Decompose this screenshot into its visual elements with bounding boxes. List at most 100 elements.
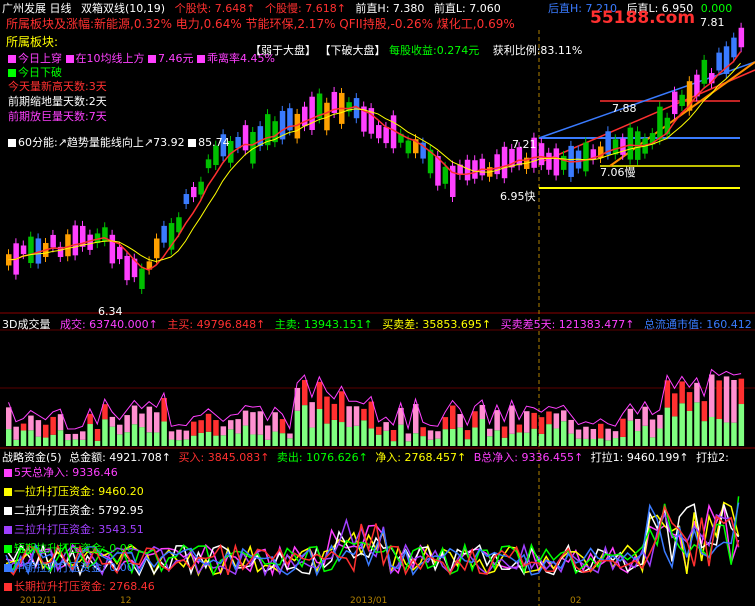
candle-body xyxy=(546,152,552,170)
volume-bar-buy xyxy=(516,424,523,433)
volume-bar-sell xyxy=(220,435,227,446)
square-icon xyxy=(197,55,205,63)
date-tick: 2013/01 xyxy=(350,596,388,606)
candle-body xyxy=(139,268,145,289)
volume-bar-buy xyxy=(20,423,27,431)
volume-bar-sell xyxy=(50,434,56,446)
volume-bar-sell xyxy=(339,422,345,446)
candle-body xyxy=(109,234,116,264)
volume-bar-buy xyxy=(353,406,360,426)
volume-bar-buy xyxy=(250,412,256,435)
volume-bar-buy xyxy=(383,422,389,431)
square-icon xyxy=(8,55,16,63)
volume-bar-buy xyxy=(487,428,493,437)
fund-legend-item: 5天总净入: 9336.46 xyxy=(14,466,118,479)
candle-body xyxy=(583,142,589,172)
header-item: 个股快: 7.648↑ xyxy=(174,2,256,15)
legend-item: 今日上穿 xyxy=(18,52,62,65)
ma-fast-line xyxy=(7,51,742,271)
header-item: 个股慢: 7.618↑ xyxy=(265,2,346,15)
volume-bar-sell xyxy=(709,416,715,446)
volume-bar-sell xyxy=(501,437,508,446)
volume-bar-sell xyxy=(257,434,264,446)
volume-bar-buy xyxy=(272,412,278,432)
fund-item: 总金额: 4921.708↑ xyxy=(69,451,171,464)
volume-bar-sell xyxy=(361,420,367,446)
legend-item: 在10均线上方 xyxy=(75,52,145,65)
square-icon xyxy=(4,469,12,477)
volume-bar-sell xyxy=(117,434,123,446)
volume-bar-sell xyxy=(20,430,27,446)
fund-item: 净入: 2768.457↑ xyxy=(375,451,467,464)
volume-bar-sell xyxy=(635,431,641,446)
volume-bar-buy xyxy=(146,406,153,433)
ratio-label: 获利比例:83.11% xyxy=(492,44,583,57)
volume-bar-sell xyxy=(442,429,449,446)
volume-bar-sell xyxy=(316,409,323,446)
volume-bar-buy xyxy=(124,415,130,433)
volume-bar-sell xyxy=(176,440,182,446)
candle-body xyxy=(561,155,567,170)
candle-body xyxy=(472,160,478,179)
volume-bar-sell xyxy=(398,424,404,446)
candle-body xyxy=(198,181,204,195)
fund-legend: 5天总净入: 9336.46 一拉升打压资金: 9460.20 二拉升打压资金:… xyxy=(4,466,155,593)
volume-bar-buy xyxy=(472,411,478,428)
candle-body xyxy=(442,166,449,184)
volume-bar-buy xyxy=(642,406,648,426)
candle-body xyxy=(87,234,93,250)
volume-bar-sell xyxy=(494,430,500,446)
volume-bar-sell xyxy=(516,432,523,446)
market-box: 【弱于大盘】 【下破大盘】 每股收益:0.274元 获利比例:83.11% xyxy=(250,44,582,57)
volume-bar-sell xyxy=(272,431,278,446)
volume-title: 3D成交量 xyxy=(2,318,51,331)
price-label: 7.88 xyxy=(612,102,637,115)
stock-title[interactable]: 广州发展 日线 xyxy=(2,2,72,15)
volume-bar-buy xyxy=(57,414,64,431)
volume-bar-sell xyxy=(672,416,678,446)
volume-bar-sell xyxy=(509,433,515,446)
volume-bar-sell xyxy=(701,421,708,446)
volume-bar-sell xyxy=(294,410,301,446)
square-icon xyxy=(4,507,12,515)
volume-bar-sell xyxy=(139,427,145,446)
volume-bar-buy xyxy=(546,411,552,425)
volume-bar-buy xyxy=(612,431,619,439)
indicator-name: 双箱双线(10,19) xyxy=(81,2,166,15)
volume-bar-sell xyxy=(302,405,308,446)
candle-body xyxy=(117,246,123,260)
volume-bar-sell xyxy=(390,441,397,446)
volume-bar-sell xyxy=(413,433,419,446)
candle-body xyxy=(257,126,264,147)
legend-item: 60分能:↗趋势量能线向上↗73.92 xyxy=(18,136,185,149)
date-tick: 12 xyxy=(120,596,132,606)
volume-bar-sell xyxy=(716,419,722,446)
volume-bar-sell xyxy=(331,419,338,446)
signal-legend-row2: 今日下破 xyxy=(8,66,62,79)
candle-body xyxy=(176,217,182,233)
price-label: 6.95快 xyxy=(500,190,536,203)
square-icon xyxy=(4,583,12,591)
volume-bar-buy xyxy=(154,412,160,433)
volume-bar-buy xyxy=(191,421,197,436)
volume-bar-sell xyxy=(590,439,597,446)
volume-item: 成交: 63740.000↑ xyxy=(59,318,158,331)
candle-body xyxy=(679,94,685,107)
volume-bar-buy xyxy=(198,420,204,433)
candle-body xyxy=(161,225,167,243)
price-label: 7.21 xyxy=(512,138,537,151)
candle-body xyxy=(383,126,389,144)
fund-legend-item: 长期拉升打压资金: 2768.46 xyxy=(14,580,155,593)
volume-bar-sell xyxy=(612,438,619,446)
legend-item: 今天量新高天数:3天 xyxy=(8,80,107,93)
volume-bar-buy xyxy=(450,405,456,429)
volume-bar-sell xyxy=(376,434,382,446)
volume-bar-sell xyxy=(694,402,700,446)
volume-item: 买卖差5天: 121383.477↑ xyxy=(500,318,635,331)
volume-bar-buy xyxy=(316,381,323,410)
volume-bar-sell xyxy=(664,407,671,446)
volume-bar-sell xyxy=(213,435,219,446)
volume-bar-buy xyxy=(598,423,604,439)
legend-item: 今日下破 xyxy=(18,66,62,79)
volume-bar-sell xyxy=(109,426,116,446)
